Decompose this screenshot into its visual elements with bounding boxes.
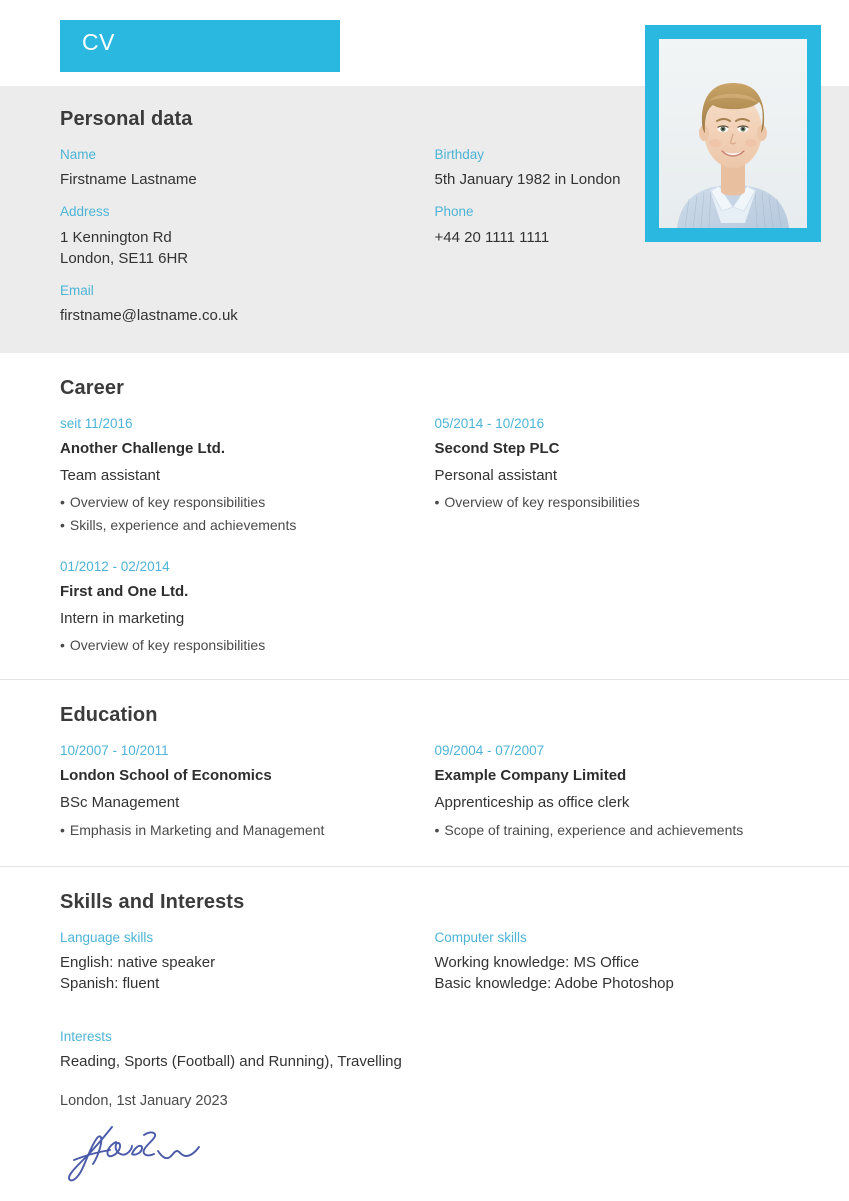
education-entry-2-role: Apprenticeship as office clerk <box>434 794 630 812</box>
career-entry-2-date: 05/2014 - 10/2016 <box>434 415 545 431</box>
career-entry-3-bullets: Overview of key responsibilities <box>60 634 417 657</box>
career-row-2: 01/2012 - 02/2014 First and One Ltd. Int… <box>60 559 809 657</box>
education-entry-2-bullets: Scope of training, experience and achiev… <box>435 819 810 842</box>
education-entry-1: 10/2007 - 10/2011 London School of Econo… <box>60 743 435 841</box>
career-row-2-spacer <box>435 559 810 657</box>
skills-row-2: Interests Reading, Sports (Football) and… <box>60 1029 809 1073</box>
career-entry-3: 01/2012 - 02/2014 First and One Ltd. Int… <box>60 559 435 657</box>
skills-row-1: Language skills English: native speaker … <box>60 930 809 1016</box>
career-title: Career <box>60 376 124 399</box>
handwritten-signature <box>60 1121 210 1183</box>
computer-skills-label: Computer skills <box>434 929 527 945</box>
career-entry-1-bullets: Overview of key responsibilities Skills,… <box>60 491 417 536</box>
list-item: Overview of key responsibilities <box>435 491 810 514</box>
computer-skills-block: Computer skills Working knowledge: MS Of… <box>435 930 810 1016</box>
career-entry-3-date: 01/2012 - 02/2014 <box>60 558 170 574</box>
skills-section: Skills and Interests Language skills Eng… <box>0 867 849 1184</box>
portrait-illustration <box>659 39 807 228</box>
education-entry-2-date: 09/2004 - 07/2007 <box>434 743 545 759</box>
career-entry-2-organisation: Second Step PLC <box>434 439 560 457</box>
interests-block: Interests Reading, Sports (Football) and… <box>60 1029 435 1073</box>
skills-title: Skills and Interests <box>60 890 245 913</box>
name-label: Name <box>60 147 97 162</box>
list-item: Overview of key responsibilities <box>60 634 417 657</box>
place-and-date: London, 1st January 2023 <box>60 1093 228 1110</box>
list-item: Emphasis in Marketing and Management <box>60 819 417 842</box>
education-entry-2-organisation: Example Company Limited <box>434 767 627 785</box>
interests-value: Reading, Sports (Football) and Running),… <box>60 1053 402 1071</box>
list-item: Overview of key responsibilities <box>60 491 417 514</box>
career-entry-3-organisation: First and One Ltd. <box>60 582 189 600</box>
career-entry-2-bullets: Overview of key responsibilities <box>435 491 810 514</box>
education-entry-1-organisation: London School of Economics <box>60 767 272 785</box>
career-row-1: seit 11/2016 Another Challenge Ltd. Team… <box>60 416 809 537</box>
skills-row-2-spacer <box>435 1029 810 1073</box>
cv-title-banner: CV <box>60 20 340 72</box>
interests-label: Interests <box>60 1029 112 1045</box>
address-label: Address <box>60 204 110 220</box>
career-entry-1-organisation: Another Challenge Ltd. <box>60 439 225 457</box>
list-item: Scope of training, experience and achiev… <box>435 819 810 842</box>
list-item: Skills, experience and achievements <box>60 514 417 537</box>
career-entry-1-role: Team assistant <box>60 466 161 484</box>
photo-frame <box>645 25 821 242</box>
career-entry-1: seit 11/2016 Another Challenge Ltd. Team… <box>60 416 435 537</box>
career-entry-2-role: Personal assistant <box>434 466 558 484</box>
education-entry-1-date: 10/2007 - 10/2011 <box>60 743 169 759</box>
language-skills-block: Language skills English: native speaker … <box>60 930 435 1016</box>
email-value: firstname@lastname.co.uk <box>60 307 238 325</box>
career-entry-2: 05/2014 - 10/2016 Second Step PLC Person… <box>435 416 810 537</box>
career-entry-3-role: Intern in marketing <box>60 609 185 627</box>
education-entry-1-role: BSc Management <box>60 794 180 812</box>
personal-data-left-column: Name Firstname Lastname Address 1 Kennin… <box>60 147 435 327</box>
language-skills-label: Language skills <box>60 929 154 945</box>
education-title: Education <box>60 704 158 727</box>
career-section: Career seit 11/2016 Another Challenge Lt… <box>0 353 849 679</box>
education-entry-2: 09/2004 - 07/2007 Example Company Limite… <box>435 743 810 841</box>
portrait-photo <box>659 39 807 228</box>
signature-icon <box>68 1126 200 1182</box>
address-value: 1 Kennington Rd London, SE11 6HR <box>60 228 189 267</box>
name-value: Firstname Lastname <box>60 171 197 189</box>
education-section: Education 10/2007 - 10/2011 London Schoo… <box>0 680 849 865</box>
education-entry-1-bullets: Emphasis in Marketing and Management <box>60 819 417 842</box>
language-skills-value: English: native speaker Spanish: fluent <box>60 953 216 993</box>
cv-banner-label: CV <box>82 29 115 55</box>
email-label: Email <box>60 283 94 299</box>
computer-skills-value: Working knowledge: MS Office Basic knowl… <box>434 953 674 993</box>
career-entry-1-date: seit 11/2016 <box>60 415 133 431</box>
education-row-1: 10/2007 - 10/2011 London School of Econo… <box>60 743 809 841</box>
